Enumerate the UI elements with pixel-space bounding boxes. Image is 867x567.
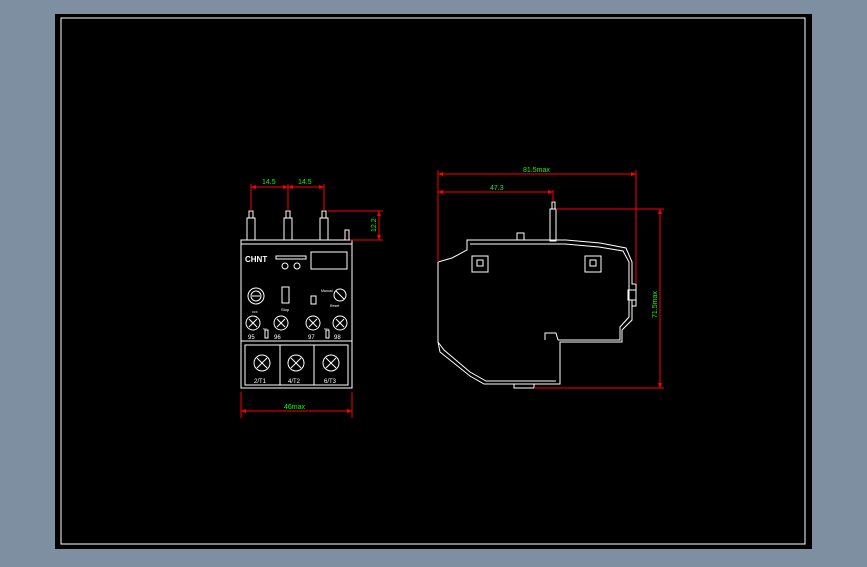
dim-terminal-height: 12.2 xyxy=(371,218,378,232)
test-label: Stop xyxy=(281,307,290,312)
reset-label: Reset xyxy=(330,304,339,308)
manual-label: Manual xyxy=(321,289,333,293)
dim-height: 71.5max xyxy=(652,291,659,318)
aux-97-label: 97 xyxy=(308,335,315,341)
drawing-canvas: CHNT OFF Stop Manual Reset NC NO 95 96 9… xyxy=(0,0,867,562)
dim-total-depth: 81.5max xyxy=(523,167,550,174)
aux-98-label: 98 xyxy=(334,335,341,341)
aux-96-label: 96 xyxy=(274,335,281,341)
dim-pitch-left: 14.5 xyxy=(262,179,276,186)
dim-front-width: 46max xyxy=(284,404,306,411)
terminal-t2-label: 4/T2 xyxy=(288,379,301,385)
dim-pitch-right: 14.5 xyxy=(298,179,312,186)
dim-partial-depth: 47.3 xyxy=(490,185,504,192)
aux-95-label: 95 xyxy=(248,335,255,341)
terminal-t1-label: 2/T1 xyxy=(254,379,267,385)
cad-viewport: CHNT OFF Stop Manual Reset NC NO 95 96 9… xyxy=(0,0,867,562)
paper-sheet xyxy=(55,14,812,549)
svg-text:OFF: OFF xyxy=(252,310,258,314)
no-label: NO xyxy=(324,327,329,331)
terminal-t3-label: 6/T3 xyxy=(324,379,337,385)
brand-logo-text: CHNT xyxy=(245,255,267,264)
